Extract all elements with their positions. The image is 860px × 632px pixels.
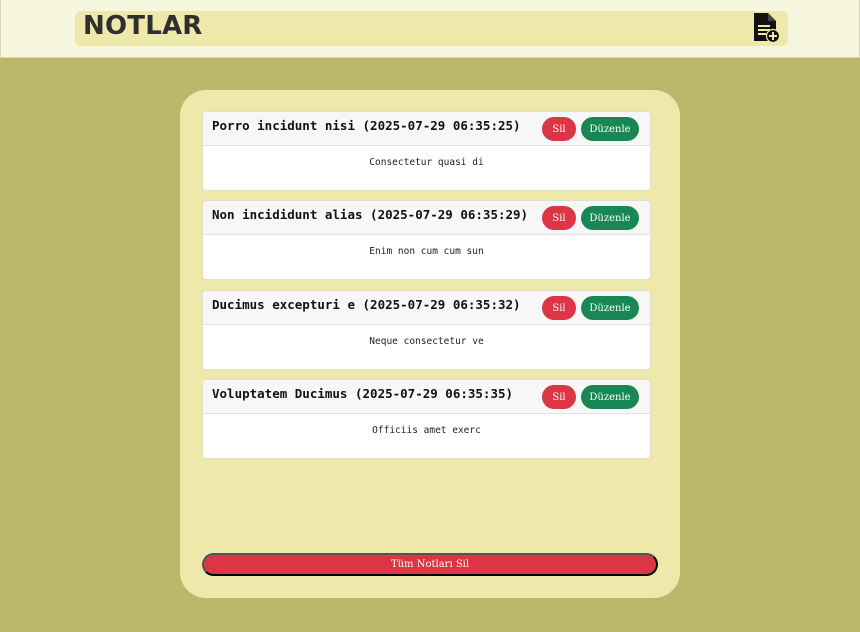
delete-note-button[interactable]: Sil [542,296,576,320]
note-body: Consectetur quasi di [369,157,484,168]
note-header: Ducimus excepturi e (2025-07-29 06:35:32… [203,291,650,325]
notes-panel: Porro incidunt nisi (2025-07-29 06:35:25… [180,90,680,598]
note-header: Non incididunt alias (2025-07-29 06:35:2… [203,201,650,235]
edit-note-button[interactable]: Düzenle [581,206,639,230]
add-note-icon[interactable] [752,11,781,44]
note-body: Officiis amet exerc [372,425,481,436]
note-body: Neque consectetur ve [369,336,484,347]
note-card: Voluptatem Ducimus (2025-07-29 06:35:35)… [202,379,651,459]
note-card: Porro incidunt nisi (2025-07-29 06:35:25… [202,111,651,191]
note-title: Porro incidunt nisi (2025-07-29 06:35:25… [212,118,521,133]
note-header: Porro incidunt nisi (2025-07-29 06:35:25… [203,112,650,146]
edit-note-button[interactable]: Düzenle [581,117,639,141]
app-title: NOTLAR [83,11,203,41]
note-body: Enim non cum cum sun [369,246,484,257]
delete-note-button[interactable]: Sil [542,117,576,141]
note-title: Ducimus excepturi e (2025-07-29 06:35:32… [212,297,521,312]
top-bar: NOTLAR [0,0,860,58]
delete-all-notes-button[interactable]: Tüm Notları Sil [202,553,658,576]
note-header: Voluptatem Ducimus (2025-07-29 06:35:35)… [203,380,650,414]
header-bar: NOTLAR [75,11,788,46]
note-title: Voluptatem Ducimus (2025-07-29 06:35:35) [212,386,514,401]
edit-note-button[interactable]: Düzenle [581,296,639,320]
edit-note-button[interactable]: Düzenle [581,385,639,409]
delete-note-button[interactable]: Sil [542,385,576,409]
delete-note-button[interactable]: Sil [542,206,576,230]
note-card: Ducimus excepturi e (2025-07-29 06:35:32… [202,290,651,370]
note-card: Non incididunt alias (2025-07-29 06:35:2… [202,200,651,280]
note-title: Non incididunt alias (2025-07-29 06:35:2… [212,207,529,222]
